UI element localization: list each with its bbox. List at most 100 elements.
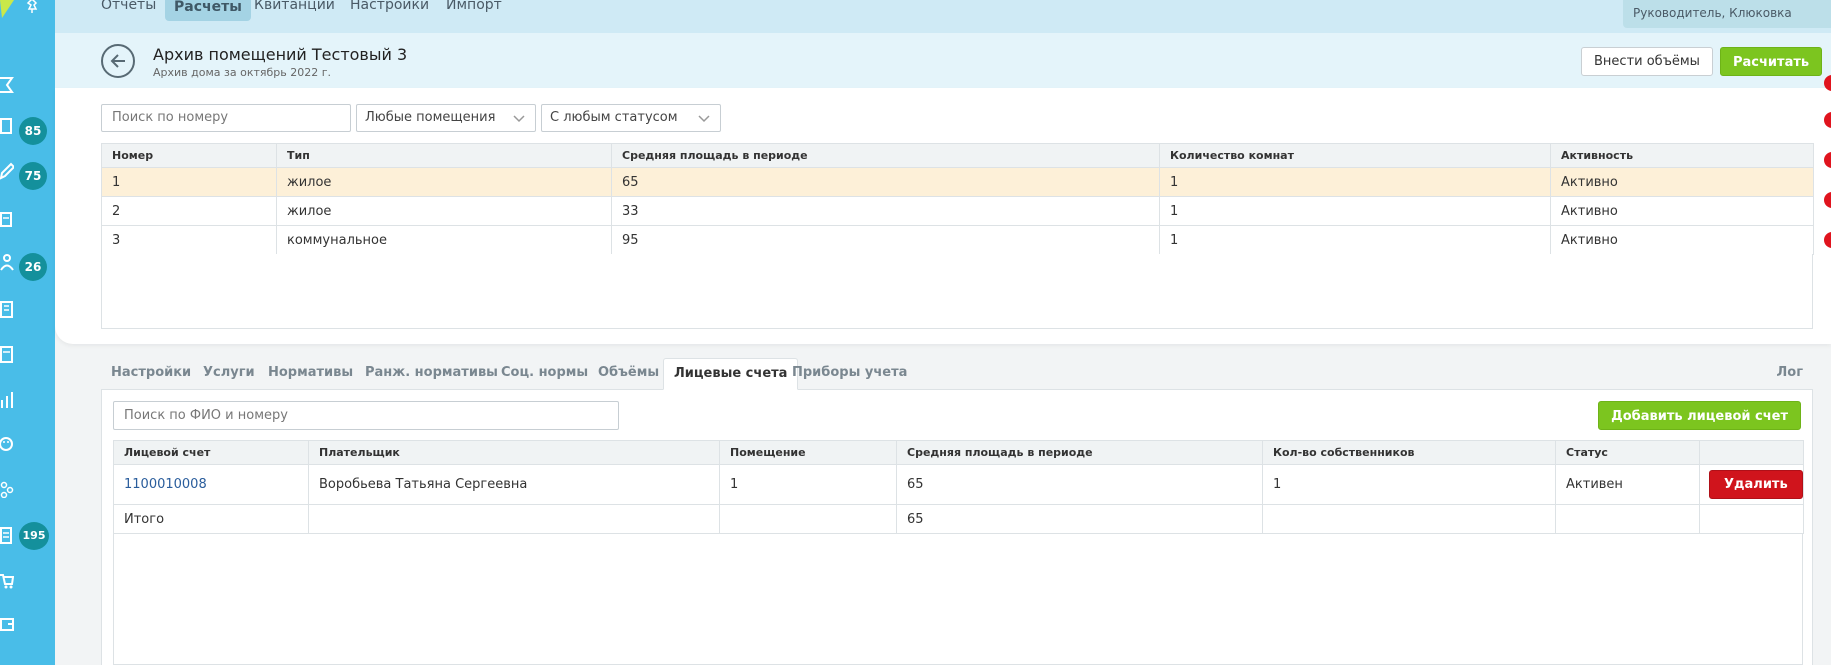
cell: 1 [1159,225,1551,255]
tab-volumes[interactable]: Объёмы [588,358,669,390]
cell: Активно [1550,167,1814,197]
status-value: С любым статусом [550,110,678,125]
back-button[interactable] [101,44,135,78]
col-premise[interactable]: Помещение [719,440,897,465]
nav-reports[interactable]: Отчеты [92,0,165,23]
cell: жилое [276,167,612,197]
cell: 33 [611,196,1160,226]
premises-type-select[interactable]: Любые помещения [356,104,536,132]
nav-calculations[interactable]: Расчеты [165,0,251,21]
tab-settings[interactable]: Настройки [101,358,201,390]
col-type[interactable]: Тип [276,143,612,168]
col-avg-area[interactable]: Средняя площадь в периоде [611,143,1160,168]
tab-personal-accounts[interactable]: Лицевые счета [663,358,799,390]
smile-icon[interactable] [0,435,18,455]
page-title: Архив помещений Тестовый 3 [153,45,408,64]
cell: жилое [276,196,612,226]
pin-icon[interactable] [24,0,42,18]
cell: Воробьева Татьяна Сергеевна [308,464,720,505]
cell: Активно [1550,225,1814,255]
cell: коммунальное [276,225,612,255]
account-link[interactable]: 1100010008 [124,477,207,492]
chevron-down-icon [698,115,710,123]
receipt-icon[interactable] [0,526,18,546]
notification-dot[interactable] [1824,192,1831,208]
notification-dot[interactable] [1824,112,1831,128]
col-rooms[interactable]: Количество комнат [1159,143,1551,168]
cell [1555,504,1700,534]
col-activity[interactable]: Активность [1550,143,1814,168]
cell: 1 [1159,196,1551,226]
status-select[interactable]: С любым статусом [541,104,721,132]
col-status[interactable]: Статус [1555,440,1700,465]
premises-panel: Поиск по номеру Любые помещения С любым … [55,75,1831,344]
cell: Активен [1555,464,1700,505]
edit-icon[interactable] [0,162,18,182]
cell: 95 [611,225,1160,255]
building-icon[interactable] [0,300,18,320]
table-header-row: Номер Тип Средняя площадь в периоде Коли… [101,143,1814,168]
cell: Итого [113,504,309,534]
cell [719,504,897,534]
enter-volumes-button[interactable]: Внести объёмы [1581,47,1713,76]
col-avg-area[interactable]: Средняя площадь в периоде [896,440,1263,465]
tasks-icon[interactable] [0,117,18,137]
chart-icon[interactable] [0,390,18,410]
table-row[interactable]: 1 жилое 65 1 Активно [101,167,1814,197]
cell [308,504,720,534]
page-subtitle: Архив дома за октябрь 2022 г. [153,66,332,79]
logo-icon[interactable] [0,0,18,20]
flag-icon[interactable] [0,76,18,96]
cell: 1 [1262,464,1556,505]
edit-badge: 75 [19,162,47,190]
nav-import[interactable]: Импорт [437,0,511,23]
notification-dot[interactable] [1824,75,1831,91]
tab-log[interactable]: Лог [1766,358,1813,390]
cart-icon[interactable] [0,572,18,592]
tasks-badge: 85 [19,117,47,145]
detail-tabs: Настройки Услуги Нормативы Ранж. нормати… [101,358,1813,390]
chevron-down-icon [513,115,525,123]
receipt-badge: 195 [19,522,49,550]
tab-ranged-norms[interactable]: Ранж. нормативы [355,358,508,390]
col-payer[interactable]: Плательщик [308,440,720,465]
delete-button[interactable]: Удалить [1709,470,1803,499]
team-icon[interactable] [0,480,18,500]
cell: 65 [896,464,1263,505]
cell: 1 [719,464,897,505]
premises-table: Номер Тип Средняя площадь в периоде Коли… [101,143,1814,255]
tab-meters[interactable]: Приборы учета [782,358,917,390]
notification-dot[interactable] [1824,152,1831,168]
search-name-number-input[interactable]: Поиск по ФИО и номеру [113,401,619,430]
cell: 1100010008 [113,464,309,505]
users-icon[interactable] [0,253,18,273]
col-number[interactable]: Номер [101,143,277,168]
calculate-button[interactable]: Расчитать [1720,47,1823,76]
add-account-button[interactable]: Добавить лицевой счет [1598,401,1801,430]
tab-social-norms[interactable]: Соц. нормы [491,358,598,390]
table-row[interactable]: 1100010008 Воробьева Татьяна Сергеевна 1… [113,464,1804,505]
cell: 65 [611,167,1160,197]
documents-icon[interactable] [0,210,18,230]
premises-type-value: Любые помещения [365,110,496,125]
col-account[interactable]: Лицевой счет [113,440,309,465]
premises-table-empty-area [101,254,1813,329]
top-navigation: Отчеты Расчеты Квитанции Настройки Импор… [55,0,1831,33]
nav-receipts[interactable]: Квитанции [245,0,344,23]
search-number-input[interactable]: Поиск по номеру [101,104,351,132]
user-profile[interactable]: Руководитель, Клюковка [1623,0,1831,28]
calculator-icon[interactable] [0,345,18,365]
tab-norms[interactable]: Нормативы [258,358,363,390]
nav-settings[interactable]: Настройки [341,0,438,23]
cell: Активно [1550,196,1814,226]
wallet-icon[interactable] [0,615,18,635]
total-row: Итого 65 [113,504,1804,534]
cell: 2 [101,196,277,226]
tab-services[interactable]: Услуги [193,358,265,390]
cell [1262,504,1556,534]
table-row[interactable]: 2 жилое 33 1 Активно [101,196,1814,226]
table-header-row: Лицевой счет Плательщик Помещение Средня… [113,440,1804,465]
col-owners[interactable]: Кол-во собственников [1262,440,1556,465]
notification-dot[interactable] [1824,232,1831,248]
table-row[interactable]: 3 коммунальное 95 1 Активно [101,225,1814,255]
